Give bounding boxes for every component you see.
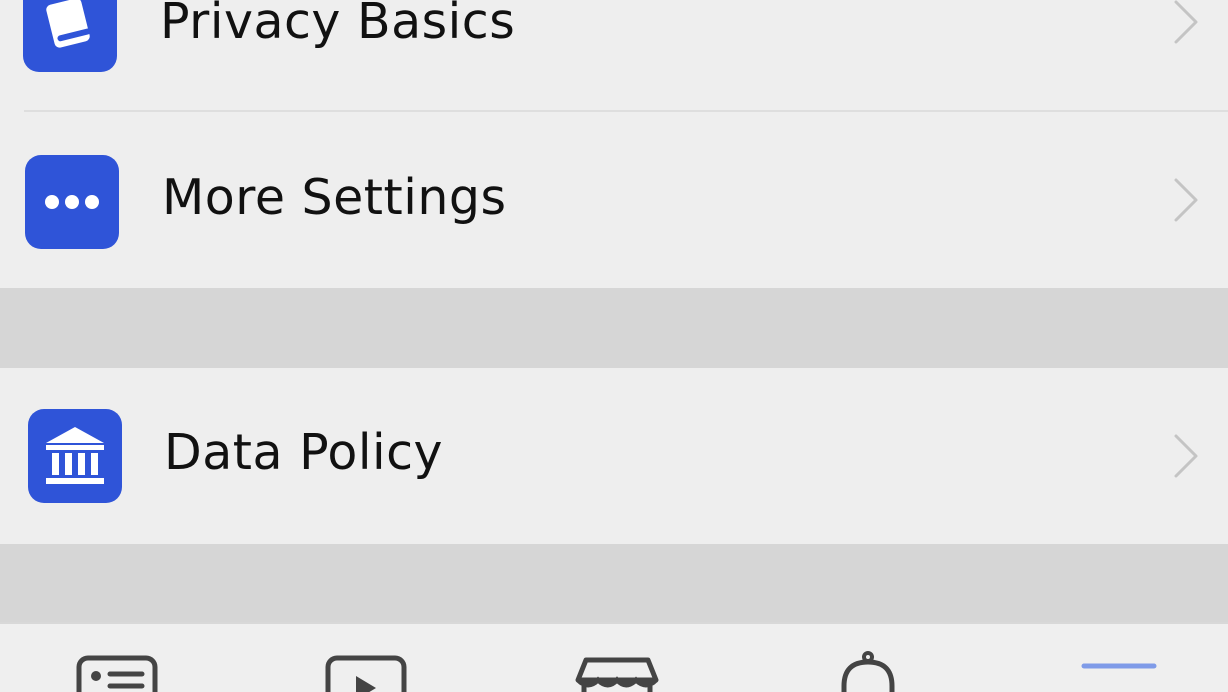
- settings-row-data-policy[interactable]: Data Policy: [0, 368, 1228, 544]
- video-icon: [325, 655, 407, 692]
- bottom-tab-bar: [0, 622, 1228, 692]
- menu-icon: [1081, 663, 1157, 669]
- bank-icon: [28, 409, 122, 503]
- news-feed-icon: [76, 655, 158, 692]
- chevron-right-icon: [1174, 434, 1198, 478]
- section-separator: [0, 544, 1228, 622]
- chevron-right-icon: [1174, 178, 1198, 222]
- chevron-right-icon: [1174, 0, 1198, 44]
- book-icon: [23, 0, 117, 72]
- tab-notifications[interactable]: [830, 624, 906, 692]
- tab-news-feed[interactable]: [74, 624, 160, 692]
- marketplace-icon: [575, 657, 659, 692]
- settings-row-privacy-basics[interactable]: Privacy Basics: [0, 0, 1228, 110]
- ellipsis-icon: [25, 155, 119, 249]
- notifications-bell-icon: [841, 651, 895, 692]
- tab-menu[interactable]: [1076, 624, 1162, 692]
- more-settings-label: More Settings: [162, 169, 507, 226]
- tab-marketplace[interactable]: [572, 624, 662, 692]
- settings-row-more-settings[interactable]: More Settings: [0, 112, 1228, 288]
- data-policy-label: Data Policy: [164, 424, 444, 481]
- section-separator: [0, 288, 1228, 368]
- tab-video[interactable]: [322, 624, 412, 692]
- privacy-basics-label: Privacy Basics: [160, 0, 516, 50]
